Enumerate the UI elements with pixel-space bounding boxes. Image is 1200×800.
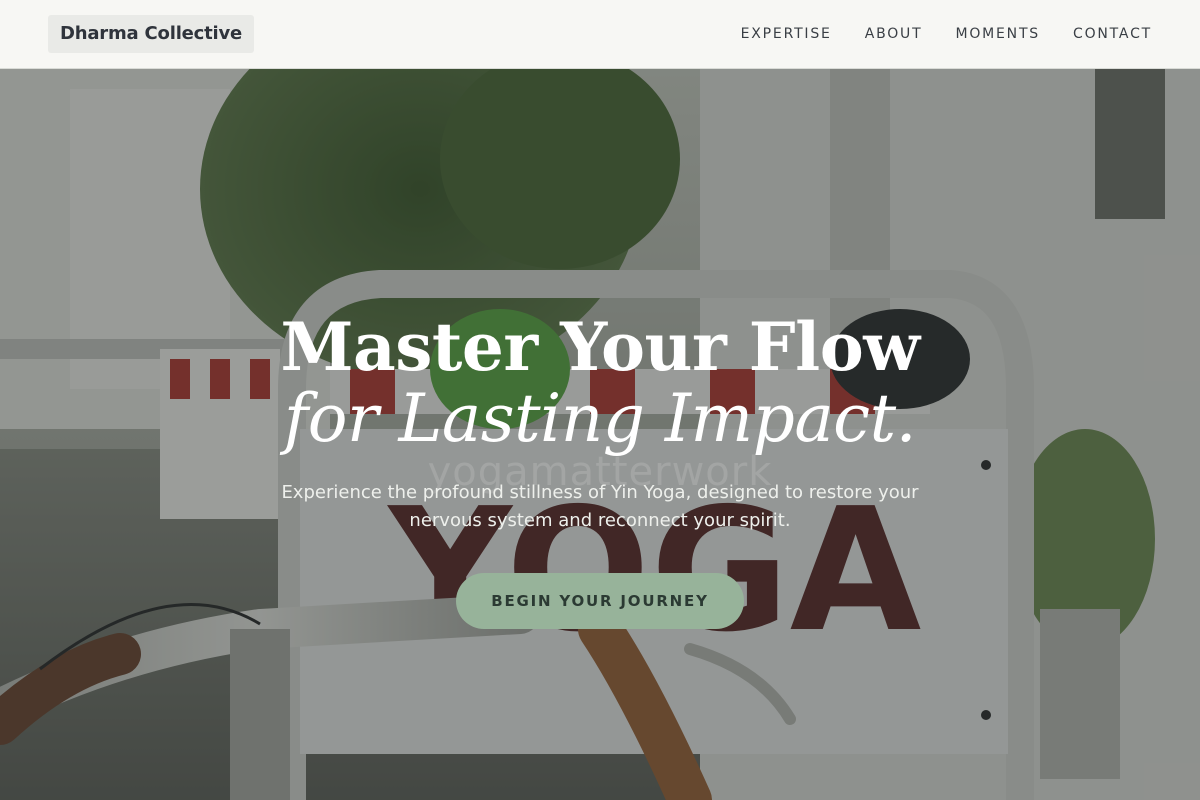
hero-section: YOGA Master Your Flow for Lasting Impact… bbox=[0, 69, 1200, 800]
nav-contact[interactable]: CONTACT bbox=[1073, 26, 1152, 42]
nav-about[interactable]: ABOUT bbox=[865, 26, 923, 42]
begin-journey-button[interactable]: BEGIN YOUR JOURNEY bbox=[456, 573, 744, 629]
main-nav: EXPERTISE ABOUT MOMENTS CONTACT bbox=[741, 26, 1152, 42]
hero-content: Master Your Flow for Lasting Impact. yog… bbox=[0, 69, 1200, 800]
brand-logo[interactable]: Dharma Collective bbox=[48, 15, 255, 53]
hero-headline-line2: for Lasting Impact. bbox=[283, 380, 917, 457]
hero-headline-line1: Master Your Flow bbox=[280, 308, 920, 386]
hero-subtext: Experience the profound stillness of Yin… bbox=[281, 482, 919, 531]
nav-expertise[interactable]: EXPERTISE bbox=[741, 26, 832, 42]
nav-moments[interactable]: MOMENTS bbox=[955, 26, 1040, 42]
site-header: Dharma Collective EXPERTISE ABOUT MOMENT… bbox=[0, 0, 1200, 69]
